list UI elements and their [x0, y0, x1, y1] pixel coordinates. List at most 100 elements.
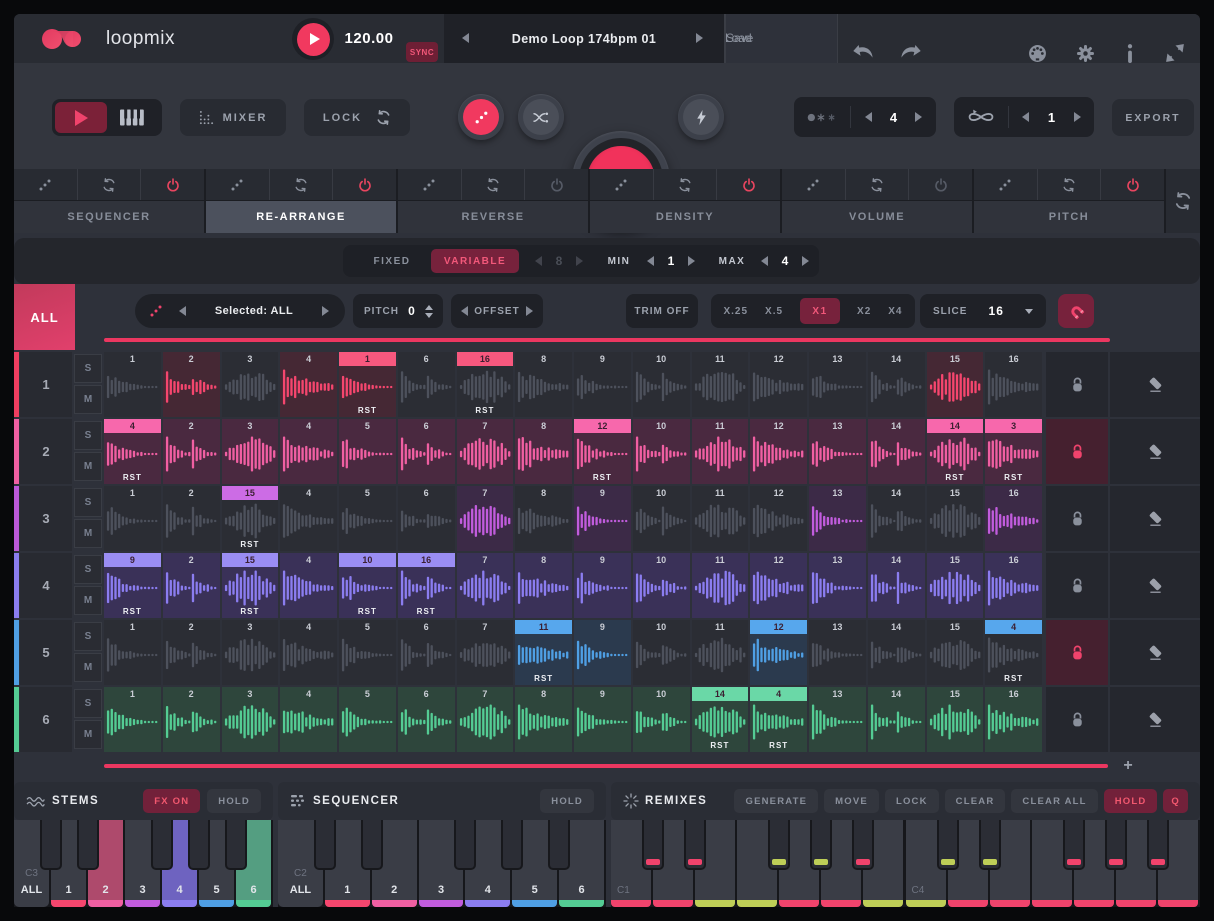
selected-prev-icon[interactable] [179, 306, 186, 316]
slice-cell[interactable]: 3 [222, 419, 279, 484]
length-decrement-icon[interactable] [535, 256, 542, 266]
export-button[interactable]: EXPORT [1112, 99, 1194, 136]
stems-black-key[interactable] [188, 820, 210, 870]
preset-name[interactable]: Demo Loop 174bpm 01 [480, 14, 688, 63]
slice-cell[interactable]: 15 [927, 687, 984, 752]
slice-cell[interactable]: 13 [809, 553, 866, 618]
slice-cell[interactable]: 1 [104, 687, 161, 752]
tab-refresh-icon[interactable] [845, 169, 909, 200]
tab-power-icon[interactable] [524, 169, 588, 200]
slice-cell[interactable]: 12 [750, 553, 807, 618]
row-number-5[interactable]: 5 [20, 620, 72, 685]
loop-decrement-icon[interactable] [1022, 112, 1029, 122]
slice-cell[interactable]: 11 [692, 352, 749, 417]
slice-cell[interactable]: 9 [574, 620, 631, 685]
row-number-6[interactable]: 6 [20, 687, 72, 752]
undo-button[interactable] [852, 45, 876, 60]
slice-cell[interactable]: 9RST [104, 553, 161, 618]
slice-cell[interactable]: 14 [868, 620, 925, 685]
tab-power-icon[interactable] [716, 169, 780, 200]
remixes-quantize-button[interactable]: Q [1163, 789, 1188, 813]
slice-cell[interactable]: 8 [515, 553, 572, 618]
tab-dice-icon[interactable] [974, 169, 1037, 200]
tab-refresh-icon[interactable] [653, 169, 717, 200]
slice-cell[interactable]: 2 [163, 553, 220, 618]
play-button[interactable] [292, 18, 334, 60]
solo-button[interactable]: S [74, 689, 102, 718]
remix-black-key[interactable] [979, 820, 1001, 870]
shuffle-knob[interactable] [518, 94, 564, 140]
instant-knob[interactable] [678, 94, 724, 140]
slice-cell[interactable]: 10RST [339, 553, 396, 618]
slice-cell[interactable]: 5 [339, 486, 396, 551]
loop-increment-icon[interactable] [1074, 112, 1081, 122]
sequencer-black-key[interactable] [361, 820, 383, 870]
slice-cell[interactable]: 4 [280, 553, 337, 618]
tab-power-icon[interactable] [140, 169, 204, 200]
slice-cell[interactable]: 2 [163, 419, 220, 484]
midi-icon[interactable] [1028, 44, 1047, 63]
slice-cell[interactable]: 2 [163, 687, 220, 752]
slice-cell[interactable]: 3 [222, 620, 279, 685]
remix-clear-all-button[interactable]: CLEAR ALL [1011, 789, 1097, 813]
min-decrement-icon[interactable] [647, 256, 654, 266]
slice-cell[interactable]: 3RST [985, 419, 1042, 484]
row-clear-button[interactable] [1110, 419, 1200, 484]
pitch-down-icon[interactable] [425, 313, 433, 318]
slice-cell[interactable]: 5 [339, 620, 396, 685]
slice-cell[interactable]: 11 [692, 553, 749, 618]
select-all-button[interactable]: ALL [14, 284, 75, 350]
max-increment-icon[interactable] [802, 256, 809, 266]
mute-button[interactable]: M [74, 385, 102, 414]
slice-cell[interactable]: 12RST [574, 419, 631, 484]
resize-icon[interactable] [1166, 44, 1184, 62]
remix-black-key[interactable] [684, 820, 706, 870]
slice-cell[interactable]: 12 [750, 352, 807, 417]
slice-cell[interactable]: 6 [398, 620, 455, 685]
offset-right-icon[interactable] [526, 306, 533, 316]
remix-black-key[interactable] [937, 820, 959, 870]
slice-cell[interactable]: 14 [868, 419, 925, 484]
snap-magnet-button[interactable] [1058, 294, 1094, 328]
stems-black-key[interactable] [77, 820, 99, 870]
offset-left-icon[interactable] [461, 306, 468, 316]
slice-cell[interactable]: 3 [222, 687, 279, 752]
slice-cell[interactable]: 8 [515, 352, 572, 417]
slice-cell[interactable]: 9 [574, 687, 631, 752]
preset-next-icon[interactable] [696, 33, 703, 43]
slice-cell[interactable]: 7 [457, 486, 514, 551]
slice-cell[interactable]: 10 [633, 486, 690, 551]
stems-hold-button[interactable]: HOLD [207, 789, 261, 813]
tab-dice-icon[interactable] [14, 169, 77, 200]
tab-power-icon[interactable] [1100, 169, 1164, 200]
tab-label[interactable]: SEQUENCER [14, 201, 204, 233]
remix-black-key[interactable] [642, 820, 664, 870]
remix-black-key[interactable] [1105, 820, 1127, 870]
slice-cell[interactable]: 6 [398, 419, 455, 484]
row-number-2[interactable]: 2 [20, 419, 72, 484]
slice-cell[interactable]: 16 [985, 553, 1042, 618]
row-number-4[interactable]: 4 [20, 553, 72, 618]
slice-cell[interactable]: 15 [927, 486, 984, 551]
mute-button[interactable]: M [74, 519, 102, 548]
slice-cell[interactable]: 9 [574, 553, 631, 618]
tab-power-icon[interactable] [908, 169, 972, 200]
tab-dice-icon[interactable] [590, 169, 653, 200]
slice-cell[interactable]: 1 [104, 620, 161, 685]
tab-dice-icon[interactable] [782, 169, 845, 200]
speed-x4[interactable]: X4 [888, 306, 902, 317]
tab-label[interactable]: RE-ARRANGE [206, 201, 396, 233]
slice-cell[interactable]: 16 [985, 486, 1042, 551]
slice-cell[interactable]: 4RST [750, 687, 807, 752]
pitch-up-icon[interactable] [425, 305, 433, 310]
speed-x.25[interactable]: X.25 [723, 306, 748, 317]
slice-cell[interactable]: 9 [574, 352, 631, 417]
slice-cell[interactable]: 15 [927, 352, 984, 417]
preset-prev-icon[interactable] [462, 33, 469, 43]
tab-refresh-icon[interactable] [1037, 169, 1101, 200]
slice-cell[interactable]: 14 [868, 486, 925, 551]
row-lock-button[interactable] [1046, 553, 1108, 618]
sequencer-black-key[interactable] [454, 820, 476, 870]
trim-button[interactable]: TRIM OFF [626, 294, 698, 328]
slice-cell[interactable]: 16RST [457, 352, 514, 417]
